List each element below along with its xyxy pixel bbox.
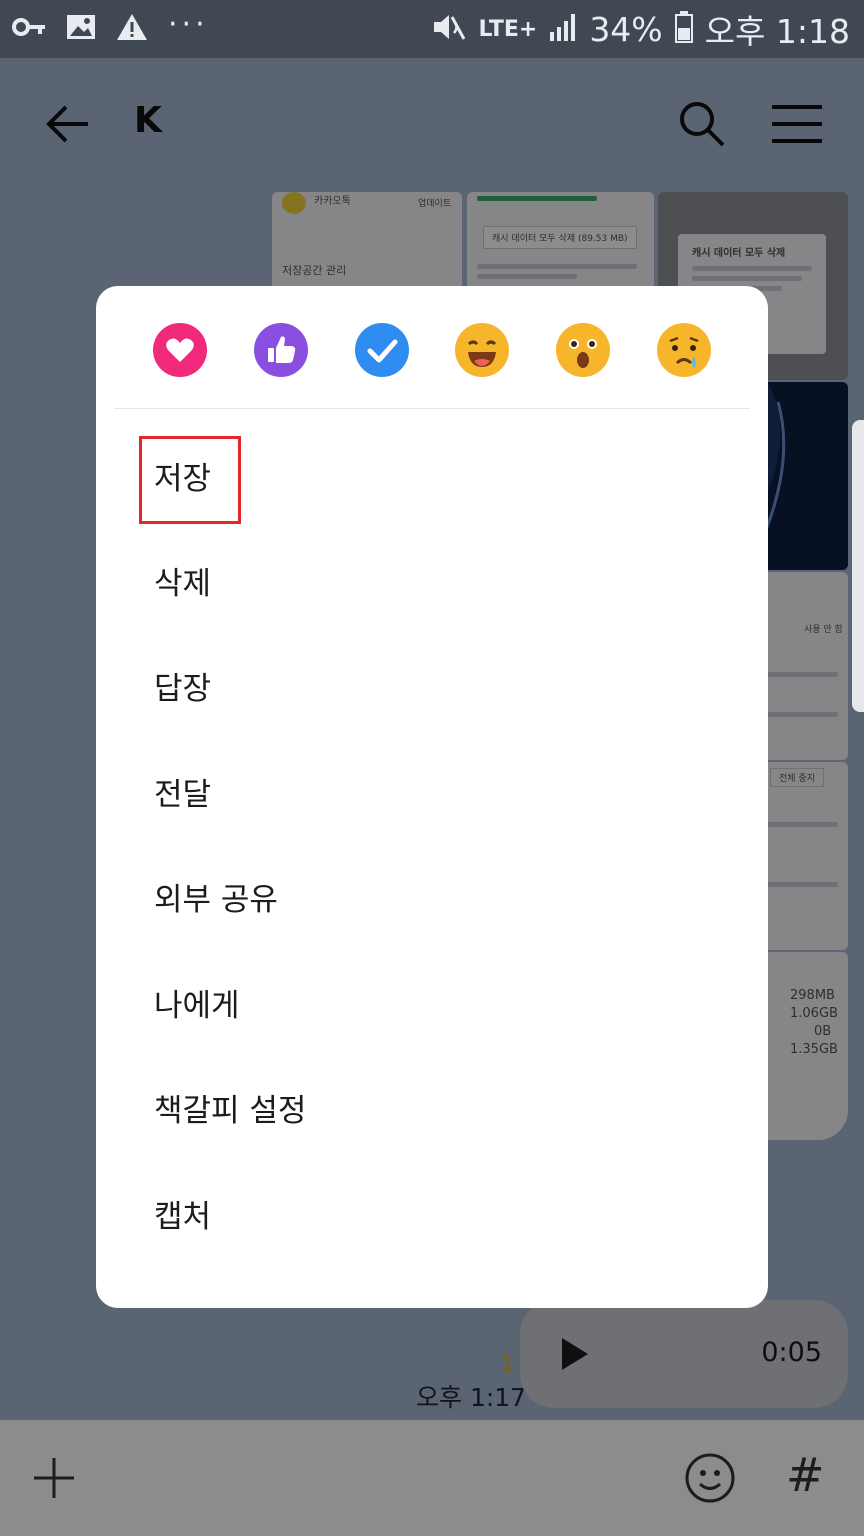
menu-item-to-me[interactable]: 나에게 bbox=[154, 983, 240, 1029]
reaction-bar bbox=[152, 322, 712, 378]
more-dots-icon: ··· bbox=[168, 6, 209, 42]
image-icon bbox=[66, 14, 96, 44]
menu-item-delete[interactable]: 삭제 bbox=[154, 561, 211, 607]
scroll-handle[interactable] bbox=[852, 420, 864, 712]
menu-item-share-external[interactable]: 외부 공유 bbox=[154, 877, 278, 923]
menu-item-reply[interactable]: 답장 bbox=[154, 666, 211, 712]
surprised-reaction-button[interactable] bbox=[555, 322, 611, 378]
warning-icon bbox=[116, 13, 148, 45]
clock: 오후 1:18 bbox=[704, 12, 850, 51]
signal-icon bbox=[549, 12, 577, 46]
laugh-reaction-button[interactable] bbox=[454, 322, 510, 378]
sad-reaction-button[interactable] bbox=[656, 322, 712, 378]
battery-icon bbox=[674, 11, 693, 47]
check-reaction-button[interactable] bbox=[354, 322, 410, 378]
menu-item-forward[interactable]: 전달 bbox=[154, 772, 211, 818]
like-reaction-button[interactable] bbox=[253, 322, 309, 378]
message-context-menu: 저장 삭제 답장 전달 외부 공유 나에게 책갈피 설정 캡처 bbox=[96, 286, 768, 1308]
menu-item-save[interactable]: 저장 bbox=[154, 456, 211, 502]
menu-item-capture[interactable]: 캡처 bbox=[154, 1194, 211, 1240]
key-icon bbox=[12, 17, 46, 41]
battery-percent: 34% bbox=[589, 9, 663, 49]
check-icon bbox=[355, 323, 409, 377]
network-type: LTE+ bbox=[478, 16, 538, 42]
sad-icon bbox=[657, 323, 711, 377]
menu-item-bookmark[interactable]: 책갈피 설정 bbox=[154, 1088, 306, 1134]
menu-divider bbox=[114, 408, 750, 409]
laugh-icon bbox=[455, 323, 509, 377]
heart-reaction-button[interactable] bbox=[152, 322, 208, 378]
thumbs-up-icon bbox=[254, 323, 308, 377]
mute-icon bbox=[432, 12, 466, 46]
surprised-icon bbox=[556, 323, 610, 377]
status-bar: ··· LTE+ 34% 오후 1:18 bbox=[0, 0, 864, 58]
heart-icon bbox=[153, 323, 207, 377]
